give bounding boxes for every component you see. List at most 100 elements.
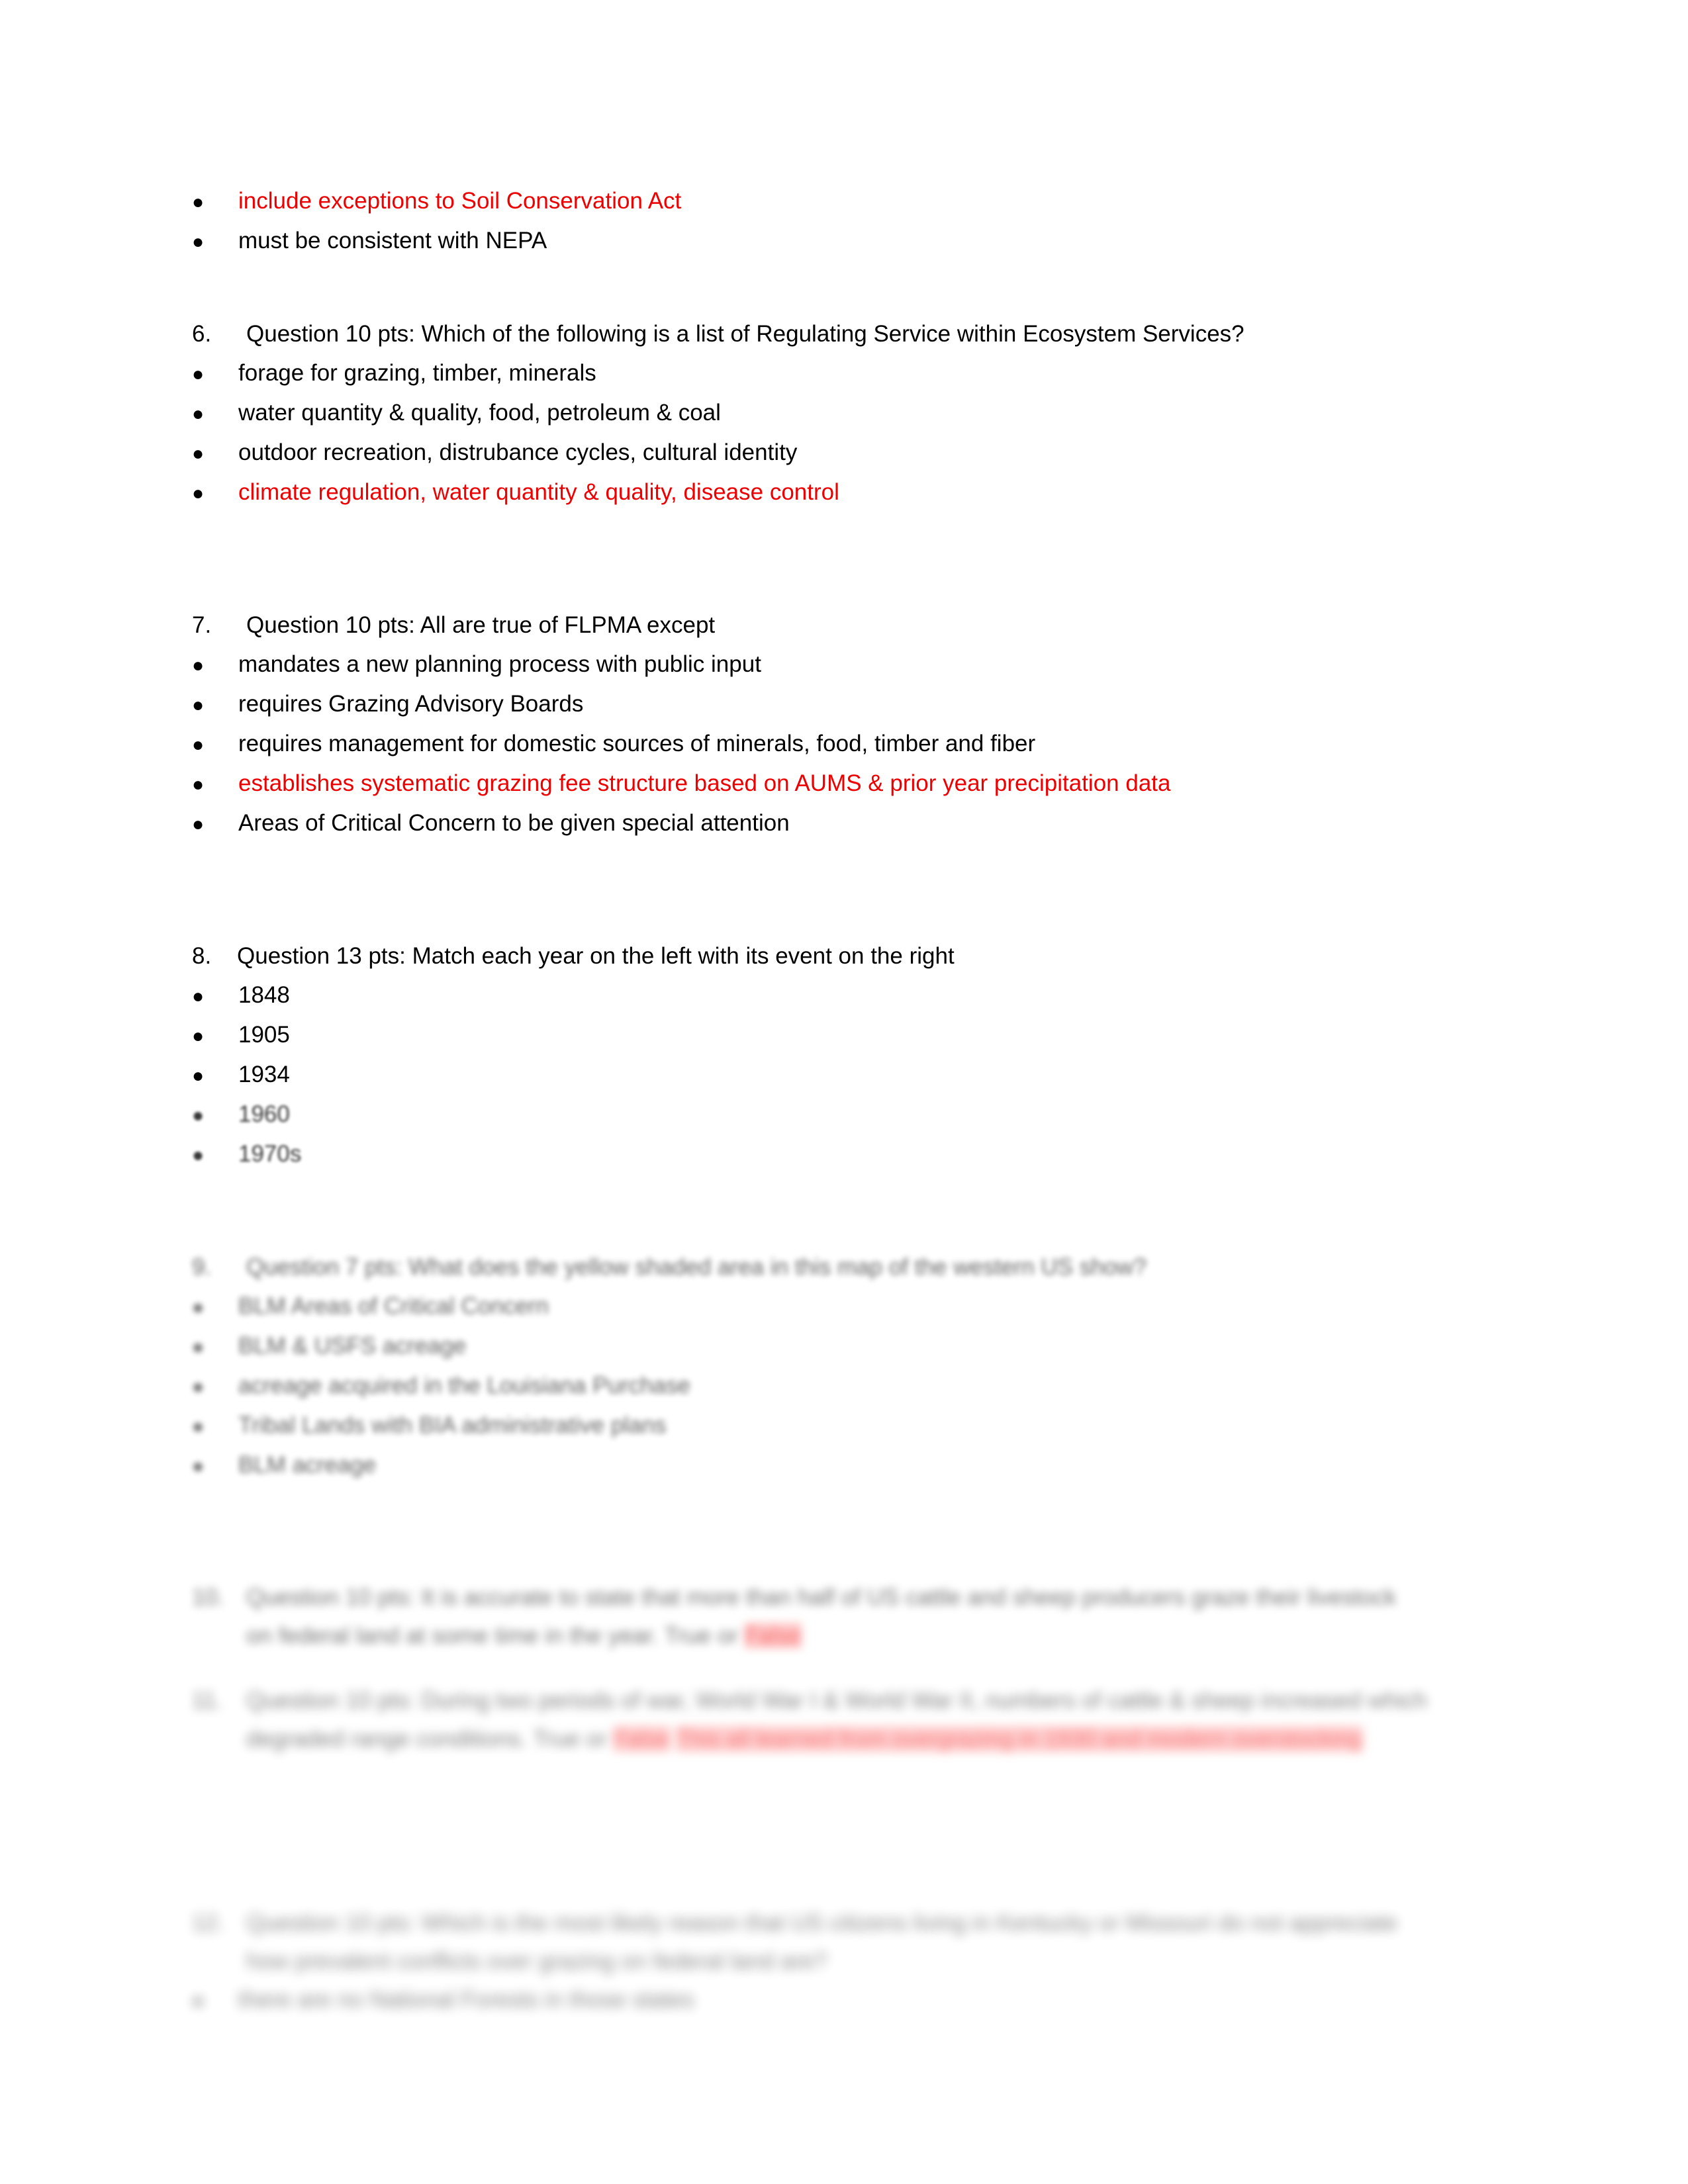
list-item: ● acreage acquired in the Louisiana Purc… — [192, 1367, 1450, 1406]
list-item: ● outdoor recreation, distrubance cycles… — [192, 433, 1450, 473]
bullet-icon: ● — [192, 1025, 205, 1047]
list-item: ● 1905 — [192, 1016, 1450, 1056]
inline-answer: False — [744, 1623, 802, 1649]
options-list: ● BLM Areas of Critical Concern ● BLM & … — [192, 1287, 1450, 1486]
question-number: 7. — [192, 612, 212, 638]
option-text: BLM acreage — [238, 1452, 377, 1478]
question-heading: 8. Question 13 pts: Match each year on t… — [192, 936, 1450, 976]
question-prompt: Question 13 pts: Match each year on the … — [237, 943, 955, 969]
question-block-6: 6. Question 10 pts: Which of the followi… — [192, 314, 1450, 513]
question-prompt: Question 7 pts: What does the yellow sha… — [246, 1254, 1147, 1280]
list-item: ● include exceptions to Soil Conservatio… — [192, 182, 1450, 222]
bullet-icon: ● — [192, 1416, 205, 1437]
list-item: ● 1970s — [192, 1135, 1450, 1175]
question-block-12: 12. Question 10 pts: Which is the most l… — [192, 1904, 1450, 2021]
option-text: requires Grazing Advisory Boards — [238, 691, 584, 717]
bullet-icon: ● — [192, 443, 205, 465]
option-text: mandates a new planning process with pub… — [238, 651, 761, 677]
bullet-icon: ● — [192, 1105, 205, 1126]
list-item: ● forage for grazing, timber, minerals — [192, 354, 1450, 394]
question-number: 6. — [192, 321, 212, 347]
option-text: 1970s — [238, 1141, 302, 1167]
bullet-icon: ● — [192, 1990, 205, 2012]
question-number: 10. — [192, 1584, 224, 1610]
question-block-10: 10. Question 10 pts: It is accurate to s… — [192, 1578, 1450, 1655]
list-item: ● climate regulation, water quantity & q… — [192, 473, 1450, 513]
question-heading: 10. Question 10 pts: It is accurate to s… — [192, 1578, 1450, 1655]
bullet-icon: ● — [192, 774, 205, 796]
list-item: ● BLM acreage — [192, 1446, 1450, 1486]
option-text: Areas of Critical Concern to be given sp… — [238, 810, 790, 836]
options-list: ● mandates a new planning process with p… — [192, 645, 1450, 844]
list-item: ● must be consistent with NEPA — [192, 222, 1450, 261]
inline-answer: False — [613, 1726, 671, 1752]
list-item: ● BLM Areas of Critical Concern — [192, 1287, 1450, 1327]
option-text: outdoor recreation, distrubance cycles, … — [238, 439, 798, 465]
option-text: requires management for domestic sources… — [238, 731, 1036, 756]
question-prompt: Question 10 pts: Which is the most likel… — [246, 1910, 1398, 1974]
option-text: acreage acquired in the Louisiana Purcha… — [238, 1373, 690, 1398]
option-text: include exceptions to Soil Conservation … — [238, 188, 682, 214]
question-number: 9. — [192, 1254, 212, 1280]
list-item: ● water quantity & quality, food, petrol… — [192, 394, 1450, 433]
option-text: BLM Areas of Critical Concern — [238, 1293, 549, 1319]
bullet-icon: ● — [192, 655, 205, 676]
bullet-icon: ● — [192, 1297, 205, 1318]
option-text: 1960 — [238, 1101, 290, 1127]
list-item: ● requires management for domestic sourc… — [192, 725, 1450, 764]
top-options-list: ● include exceptions to Soil Conservatio… — [192, 182, 1450, 261]
question-prompt-wrap: Question 10 pts: During two periods of w… — [246, 1682, 1431, 1758]
answer-note: This all learned from overgrazing in 193… — [676, 1726, 1363, 1752]
bullet-icon: ● — [192, 191, 205, 213]
question-number: 8. — [192, 943, 212, 969]
option-text: 1905 — [238, 1022, 290, 1048]
list-item: ● Areas of Critical Concern to be given … — [192, 804, 1450, 844]
bullet-icon: ● — [192, 1144, 205, 1166]
option-text: must be consistent with NEPA — [238, 228, 547, 253]
question-heading: 9. Question 7 pts: What does the yellow … — [192, 1248, 1450, 1287]
bullet-icon: ● — [192, 1376, 205, 1398]
document-page: ● include exceptions to Soil Conservatio… — [0, 0, 1688, 2184]
option-text: Tribal Lands with BIA administrative pla… — [238, 1412, 667, 1438]
option-text: water quantity & quality, food, petroleu… — [238, 400, 721, 426]
bullet-icon: ● — [192, 1455, 205, 1477]
list-item: ● there are no National Forests in those… — [192, 1981, 1450, 2021]
document-body: ● include exceptions to Soil Conservatio… — [192, 182, 1450, 2021]
list-item: ● mandates a new planning process with p… — [192, 645, 1450, 685]
question-block-11: 11. Question 10 pts: During two periods … — [192, 1682, 1450, 1758]
question-block-9: 9. Question 7 pts: What does the yellow … — [192, 1248, 1450, 1486]
question-heading: 6. Question 10 pts: Which of the followi… — [192, 314, 1450, 354]
question-heading: 11. Question 10 pts: During two periods … — [192, 1682, 1450, 1758]
bullet-icon: ● — [192, 1065, 205, 1087]
option-text: there are no National Forests in those s… — [238, 1987, 694, 2013]
options-list: ● there are no National Forests in those… — [192, 1981, 1450, 2021]
option-text: climate regulation, water quantity & qua… — [238, 479, 839, 505]
list-item: ● BLM & USFS acreage — [192, 1327, 1450, 1367]
option-text: 1848 — [238, 982, 290, 1008]
question-heading: 7. Question 10 pts: All are true of FLPM… — [192, 606, 1450, 645]
question-number: 11. — [192, 1688, 223, 1713]
question-prompt: Question 10 pts: Which of the following … — [246, 321, 1244, 347]
bullet-icon: ● — [192, 694, 205, 716]
bullet-icon: ● — [192, 403, 205, 425]
bullet-icon: ● — [192, 231, 205, 253]
question-block-8: 8. Question 13 pts: Match each year on t… — [192, 936, 1450, 1175]
option-text: BLM & USFS acreage — [238, 1333, 467, 1359]
bullet-icon: ● — [192, 1336, 205, 1358]
list-item: ● 1960 — [192, 1095, 1450, 1135]
option-text: forage for grazing, timber, minerals — [238, 360, 596, 386]
list-item: ● 1848 — [192, 976, 1450, 1016]
bullet-icon: ● — [192, 734, 205, 756]
question-heading: 12. Question 10 pts: Which is the most l… — [192, 1904, 1450, 1981]
option-text: establishes systematic grazing fee struc… — [238, 770, 1171, 796]
list-item: ● requires Grazing Advisory Boards — [192, 685, 1450, 725]
bullet-icon: ● — [192, 985, 205, 1007]
question-prompt: Question 10 pts: It is accurate to state… — [246, 1584, 1397, 1649]
list-item: ● establishes systematic grazing fee str… — [192, 764, 1450, 804]
